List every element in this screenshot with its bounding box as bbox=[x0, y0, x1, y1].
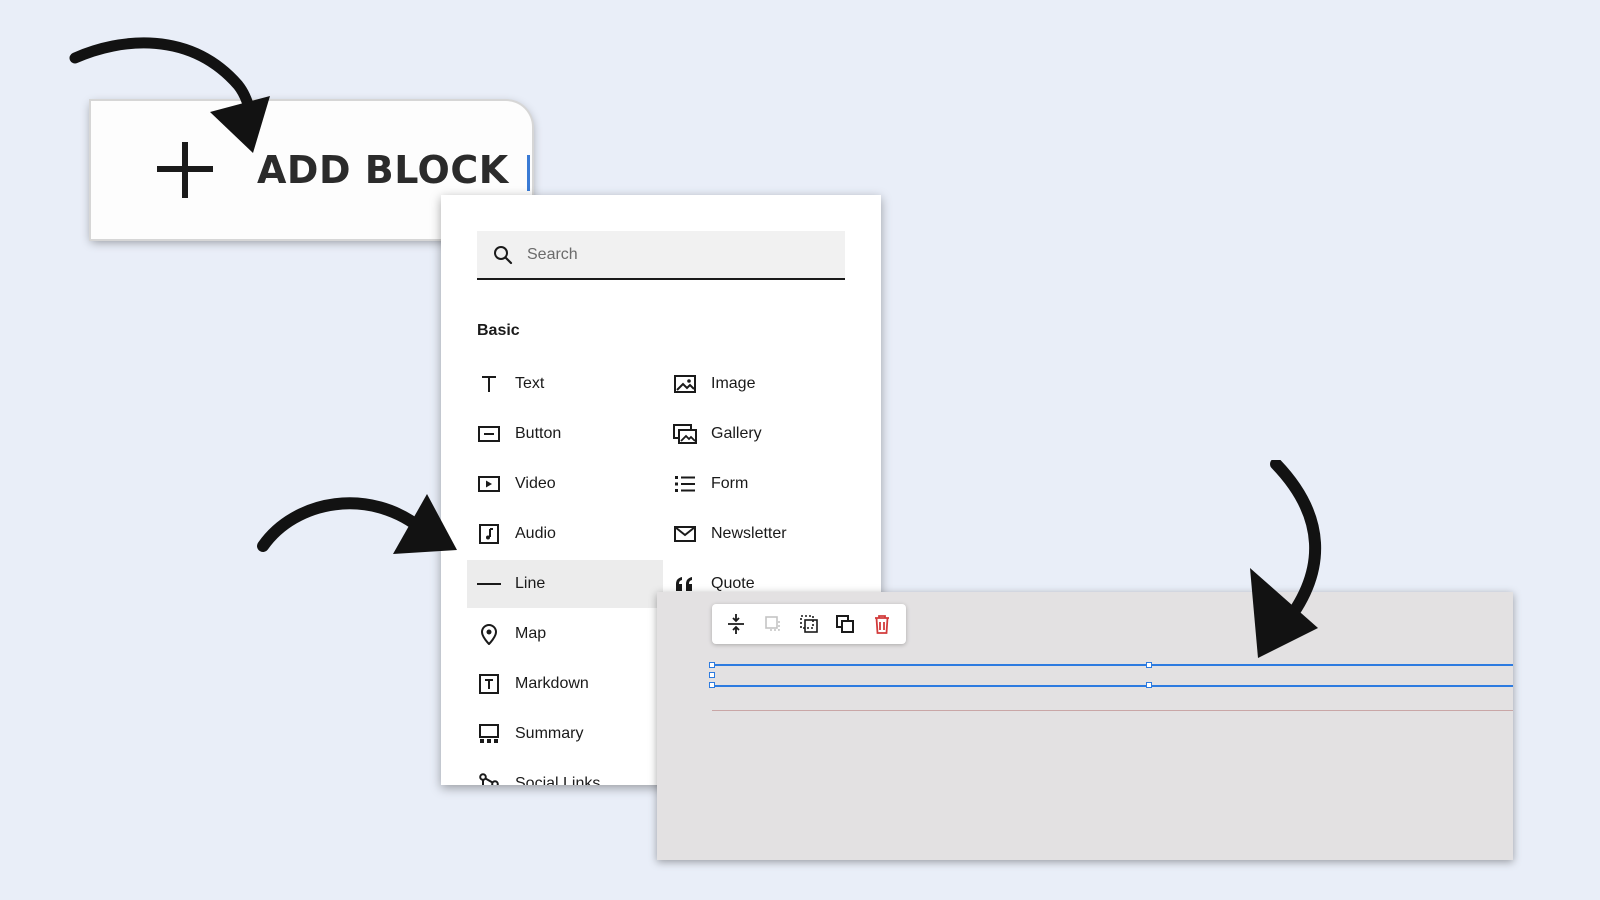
newsletter-icon bbox=[673, 522, 697, 546]
resize-handle[interactable] bbox=[709, 672, 715, 678]
search-placeholder: Search bbox=[527, 245, 578, 263]
search-icon bbox=[494, 245, 513, 264]
block-item-map[interactable]: Map bbox=[467, 610, 663, 658]
block-item-text[interactable]: Text bbox=[467, 360, 663, 408]
block-item-social-links[interactable]: Social Links bbox=[467, 760, 663, 785]
markdown-icon bbox=[477, 672, 501, 696]
section-title-basic: Basic bbox=[477, 322, 520, 339]
block-item-image[interactable]: Image bbox=[663, 360, 843, 408]
block-item-label: Image bbox=[711, 375, 756, 392]
resize-handle[interactable] bbox=[709, 662, 715, 668]
page-editor-canvas[interactable] bbox=[657, 592, 1513, 860]
block-item-button[interactable]: Button bbox=[467, 410, 663, 458]
block-item-label: Video bbox=[515, 475, 556, 492]
block-item-label: Line bbox=[515, 575, 546, 592]
block-item-label: Markdown bbox=[515, 675, 589, 692]
block-item-form[interactable]: Form bbox=[663, 460, 843, 508]
block-item-label: Gallery bbox=[711, 425, 762, 442]
summary-icon bbox=[477, 722, 501, 746]
video-icon bbox=[477, 472, 501, 496]
resize-handle[interactable] bbox=[1146, 662, 1152, 668]
block-item-gallery[interactable]: Gallery bbox=[663, 410, 843, 458]
block-item-label: Summary bbox=[515, 725, 584, 742]
add-block-label: ADD BLOCK bbox=[257, 148, 509, 192]
spacing-icon[interactable] bbox=[722, 610, 750, 638]
unstack-icon[interactable] bbox=[759, 610, 787, 638]
selection-bottom-edge bbox=[712, 685, 1513, 687]
block-item-summary[interactable]: Summary bbox=[467, 710, 663, 758]
block-item-label: Audio bbox=[515, 525, 556, 542]
block-toolbar bbox=[712, 604, 906, 644]
delete-icon[interactable] bbox=[868, 610, 896, 638]
resize-handle[interactable] bbox=[709, 682, 715, 688]
audio-icon bbox=[477, 522, 501, 546]
block-item-label: Quote bbox=[711, 575, 755, 592]
block-item-label: Newsletter bbox=[711, 525, 787, 542]
block-item-label: Social Links bbox=[515, 775, 601, 785]
resize-handle[interactable] bbox=[1146, 682, 1152, 688]
block-item-label: Map bbox=[515, 625, 547, 642]
selection-top-edge bbox=[712, 664, 1513, 666]
block-item-video[interactable]: Video bbox=[467, 460, 663, 508]
plus-icon bbox=[157, 142, 213, 198]
block-item-newsletter[interactable]: Newsletter bbox=[663, 510, 843, 558]
select-icon[interactable] bbox=[795, 610, 823, 638]
horizontal-line-block[interactable] bbox=[712, 710, 1513, 711]
form-icon bbox=[673, 472, 697, 496]
search-field[interactable]: Search bbox=[477, 231, 845, 280]
duplicate-icon[interactable] bbox=[831, 610, 859, 638]
block-item-label: Form bbox=[711, 475, 749, 492]
text-icon bbox=[477, 372, 501, 396]
block-item-label: Button bbox=[515, 425, 562, 442]
map-pin-icon bbox=[477, 622, 501, 646]
block-item-line[interactable]: Line bbox=[467, 560, 663, 608]
block-item-markdown[interactable]: Markdown bbox=[467, 660, 663, 708]
button-icon bbox=[477, 422, 501, 446]
social-links-icon bbox=[477, 772, 501, 785]
block-item-label: Text bbox=[515, 375, 545, 392]
focus-accent bbox=[527, 155, 530, 191]
line-icon bbox=[477, 572, 501, 596]
block-item-audio[interactable]: Audio bbox=[467, 510, 663, 558]
image-icon bbox=[673, 372, 697, 396]
gallery-icon bbox=[673, 422, 697, 446]
